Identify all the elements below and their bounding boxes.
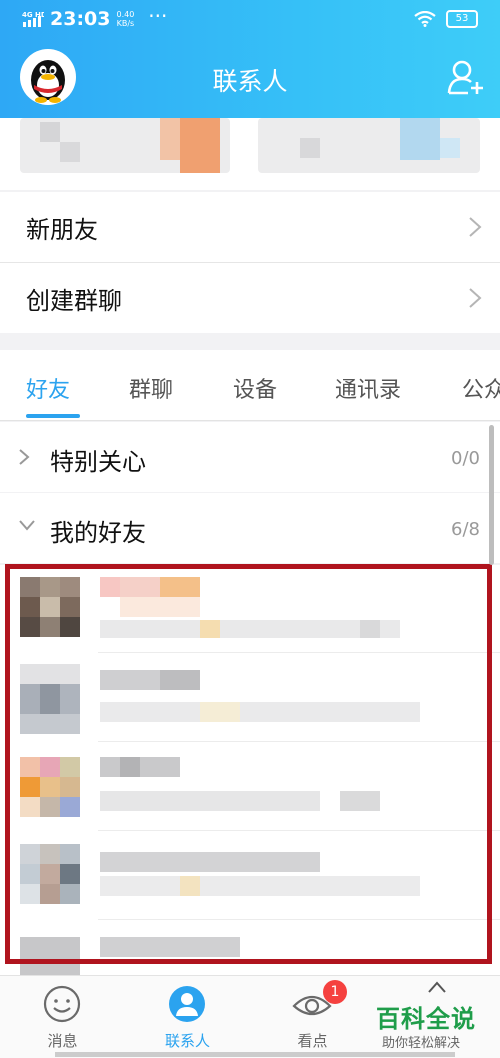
- group-label: 我的好友: [50, 519, 146, 547]
- group-special-care[interactable]: 特别关心 0/0: [0, 422, 500, 492]
- contacts-person-icon: [169, 986, 205, 1022]
- nav-label: 消息: [47, 1032, 78, 1050]
- status-bar: 4G HD 23:03 0.40 KB/s ··· 53: [0, 0, 500, 40]
- create-group-chat-label: 创建群聊: [26, 287, 122, 315]
- more-dots: ···: [148, 4, 168, 28]
- add-friend-icon[interactable]: [446, 58, 486, 98]
- chevron-right-icon: [19, 449, 30, 465]
- new-friends-label: 新朋友: [26, 216, 98, 244]
- nav-label: 看点: [297, 1032, 328, 1050]
- blurred-search-card: [0, 118, 500, 190]
- watermark-slogan: 助你轻松解决: [382, 1036, 461, 1051]
- nav-messages[interactable]: 消息: [0, 976, 125, 1058]
- home-indicator: [55, 1052, 455, 1057]
- chevron-right-icon: [469, 288, 482, 308]
- tab-public-accounts[interactable]: 公众: [462, 372, 500, 404]
- contacts-tab-bar: 好友 群聊 设备 通讯录 公众: [0, 350, 500, 421]
- group-count: 6/8: [451, 519, 480, 540]
- tab-friends[interactable]: 好友: [26, 372, 70, 404]
- tab-groups[interactable]: 群聊: [129, 372, 173, 404]
- active-tab-indicator: [26, 414, 80, 418]
- signal-icon: 4G HD: [22, 11, 44, 27]
- battery-indicator: 53: [446, 10, 478, 28]
- speed-value: 0.40: [116, 10, 135, 19]
- wifi-icon: [414, 11, 436, 27]
- highlight-box: [5, 564, 492, 964]
- scrollbar[interactable]: [489, 425, 494, 565]
- collapse-icon: [428, 981, 446, 993]
- network-speed: 0.40 KB/s: [116, 10, 134, 28]
- tab-devices[interactable]: 设备: [233, 372, 277, 404]
- bottom-nav: 消息 联系人 1 看点 百科全说 助你轻松解决: [0, 975, 500, 1058]
- nav-contacts[interactable]: 联系人: [125, 976, 250, 1058]
- group-label: 特别关心: [50, 448, 146, 476]
- group-my-friends[interactable]: 我的好友 6/8: [0, 493, 500, 563]
- chevron-down-icon: [19, 520, 35, 531]
- speed-unit: KB/s: [116, 19, 135, 28]
- chevron-right-icon: [469, 217, 482, 237]
- nav-watch[interactable]: 1 看点: [250, 976, 375, 1058]
- nav-label: 联系人: [164, 1032, 210, 1050]
- message-smile-icon: [43, 985, 81, 1023]
- group-count: 0/0: [451, 448, 480, 469]
- page-title: 联系人: [212, 67, 288, 96]
- create-group-chat-item[interactable]: 创建群聊: [0, 263, 500, 333]
- header-bar: 4G HD 23:03 0.40 KB/s ··· 53 联系人: [0, 0, 500, 120]
- tab-address-book[interactable]: 通讯录: [335, 372, 401, 404]
- new-friends-item[interactable]: 新朋友: [0, 192, 500, 262]
- notification-badge: 1: [323, 980, 347, 1004]
- watermark-logo-text: 百科全说: [376, 1005, 476, 1033]
- clock: 23:03: [50, 8, 111, 30]
